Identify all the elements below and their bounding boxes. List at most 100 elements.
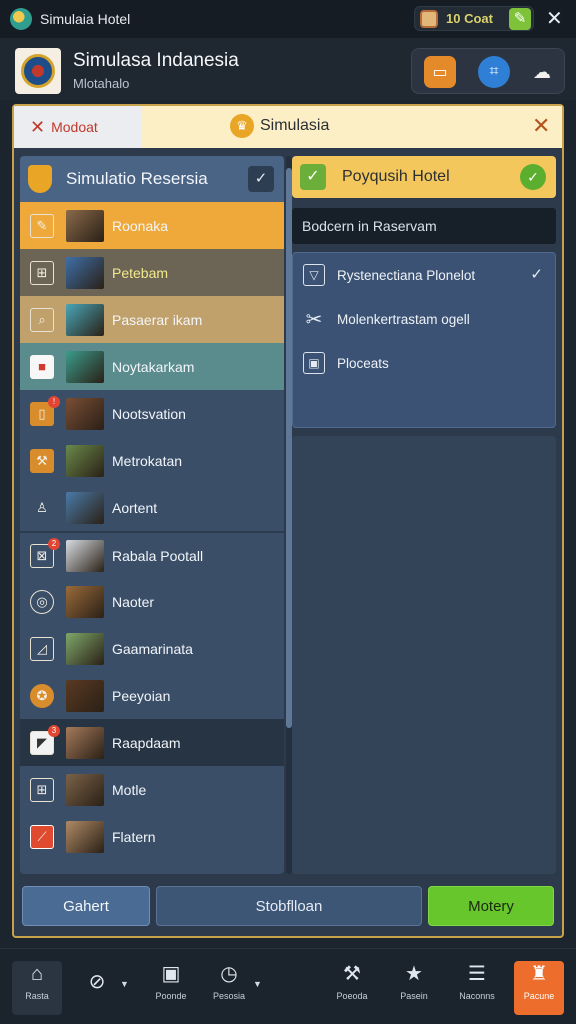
room-label: Raapdaam <box>112 734 181 751</box>
room-list: ✎ Roonaka ⊞ Petebam ⌕ Pasaerar ikam ■ No… <box>20 202 284 860</box>
header: Simulasa Indanesia Mlotahalo ▭ ⌗ ☁ <box>0 38 576 100</box>
room-item[interactable]: ♙ Aortent <box>20 484 284 531</box>
room-thumbnail <box>66 491 104 524</box>
nav-time[interactable]: ◷ Pesosia <box>204 961 254 1015</box>
app-logo-icon <box>10 8 32 30</box>
nav-compass[interactable]: ⊘ <box>72 961 122 1015</box>
room-item[interactable]: ⊞ Petebam <box>20 249 284 296</box>
room-item[interactable]: ◿ Gaamarinata <box>20 625 284 672</box>
option-item[interactable]: ▽ Rystenectiana Plonelot ✓ <box>293 253 555 297</box>
room-thumbnail <box>66 679 104 712</box>
nav-shop[interactable]: ♜ Pacune <box>514 961 564 1015</box>
room-label: Nootsvation <box>112 405 186 422</box>
coin-amount: 10 Coat <box>446 11 493 26</box>
room-label: Aortent <box>112 499 158 516</box>
details-area <box>292 436 556 874</box>
cross-icon: ✕ <box>30 116 46 137</box>
nav-label: Poonde <box>155 991 187 1001</box>
header-subtitle: Mlotahalo <box>73 76 130 91</box>
wrench-icon: ⚒ <box>343 963 361 985</box>
room-thumbnail <box>66 350 104 383</box>
app-title: Simulaia Hotel <box>40 11 131 27</box>
nav-label: Rasta <box>25 991 49 1001</box>
tab-mode[interactable]: ✕ Modoat <box>14 106 142 148</box>
crown-icon: ♛ <box>230 114 254 138</box>
room-thumbnail <box>66 209 104 242</box>
reservation-field[interactable]: Bodcern in Raservam <box>292 208 556 244</box>
tag-icon: ◤ 3 <box>30 724 60 755</box>
nav-label: Naconns <box>459 991 495 1001</box>
edit-icon[interactable]: ✎ <box>509 8 531 30</box>
room-item[interactable]: ⊞ Motle <box>20 766 284 813</box>
room-item[interactable]: ■ Noytakarkam <box>20 343 284 390</box>
map-icon[interactable]: ⌗ <box>478 56 510 88</box>
room-item[interactable]: ◤ 3 Raapdaam <box>20 719 284 766</box>
option-item[interactable]: ✂ Molenkertrastam ogell <box>293 297 555 341</box>
nav-tools[interactable]: ⚒ Poeoda <box>327 961 377 1015</box>
alert-icon: ■ <box>30 354 54 379</box>
cup-icon: ▽ <box>303 264 325 286</box>
coin-balance[interactable]: 10 Coat ✎ <box>414 6 534 31</box>
broom-icon: ⟋ <box>30 824 54 849</box>
room-item[interactable]: ▯! Nootsvation <box>20 390 284 437</box>
status-bar: Simulaia Hotel 10 Coat ✎ ✕ <box>0 0 576 38</box>
confirm-button[interactable]: Motery <box>428 886 554 926</box>
checklist-icon: ✓ <box>300 164 326 190</box>
nav-favorites[interactable]: ★ Pasein <box>389 961 439 1015</box>
room-item[interactable]: ⚒ Metrokatan <box>20 437 284 484</box>
cancel-button[interactable]: Gahert <box>22 886 150 926</box>
compass-icon: ⊘ <box>88 971 106 993</box>
room-thumbnail <box>66 773 104 806</box>
room-item[interactable]: ⌕ Pasaerar ikam <box>20 296 284 343</box>
nav-buildings[interactable]: ▣ Poonde <box>146 961 196 1015</box>
room-item[interactable]: ⊠ 2 Rabala Pootall <box>20 531 284 578</box>
room-thumbnail <box>66 726 104 759</box>
tools-icon: ✂ <box>305 308 323 331</box>
close-app-button[interactable]: ✕ <box>546 7 563 31</box>
nav-label: Poeoda <box>336 991 368 1001</box>
home-icon: ⌂ <box>30 963 44 985</box>
room-item[interactable]: ⟋ Flatern <box>20 813 284 860</box>
nav-label: Pasein <box>400 991 428 1001</box>
chevron-down-icon[interactable]: ▼ <box>253 979 262 989</box>
box-icon: ⊠ 2 <box>30 537 60 568</box>
room-item[interactable]: ✪ Peeyoian <box>20 672 284 719</box>
coin-icon <box>420 9 438 28</box>
confirm-check-button[interactable]: ✓ <box>520 164 546 190</box>
secondary-button[interactable]: Stobflloan <box>156 886 422 926</box>
collapse-button[interactable]: ✓ <box>248 166 274 192</box>
building-icon: ▣ <box>161 963 181 985</box>
dialog-title-group: ♛ Simulasia <box>230 114 329 138</box>
tab-label: Modoat <box>51 119 98 135</box>
room-label: Metrokatan <box>112 452 183 469</box>
cloud-icon[interactable]: ☁ <box>526 56 558 88</box>
nav-label: Pacune <box>523 991 555 1001</box>
chevron-down-icon[interactable]: ▼ <box>120 979 129 989</box>
dialog-header: ✕ Modoat ♛ Simulasia ✕ <box>14 106 562 148</box>
room-thumbnail <box>66 820 104 853</box>
room-thumbnail <box>66 397 104 430</box>
shield-icon <box>28 165 52 193</box>
hammer-icon: ⚒ <box>30 448 54 473</box>
option-label: Ploceats <box>337 355 389 371</box>
room-label: Gaamarinata <box>112 640 193 657</box>
wrench-icon: ✎ <box>30 213 54 238</box>
nav-list[interactable]: ☰ Naconns <box>452 961 502 1015</box>
chat-icon[interactable]: ▭ <box>424 56 456 88</box>
search-icon: ⌕ <box>30 307 54 332</box>
dialog-title: Simulasia <box>260 117 330 134</box>
room-thumbnail <box>66 444 104 477</box>
dialog-close-button[interactable]: ✕ <box>532 114 550 138</box>
option-item[interactable]: ▣ Ploceats <box>293 341 555 385</box>
header-actions: ▭ ⌗ ☁ <box>411 48 565 94</box>
room-item[interactable]: ◎ Naoter <box>20 578 284 625</box>
room-label: Motle <box>112 781 147 798</box>
grid-icon: ⊞ <box>30 260 54 285</box>
room-list-title: Simulatio Resersia <box>66 169 208 188</box>
room-item[interactable]: ✎ Roonaka <box>20 202 284 249</box>
room-thumbnail <box>66 632 104 665</box>
star-icon: ★ <box>405 963 423 985</box>
room-label: Noytakarkam <box>112 358 195 375</box>
check-icon: ✓ <box>530 266 543 283</box>
nav-home[interactable]: ⌂ Rasta <box>12 961 62 1015</box>
